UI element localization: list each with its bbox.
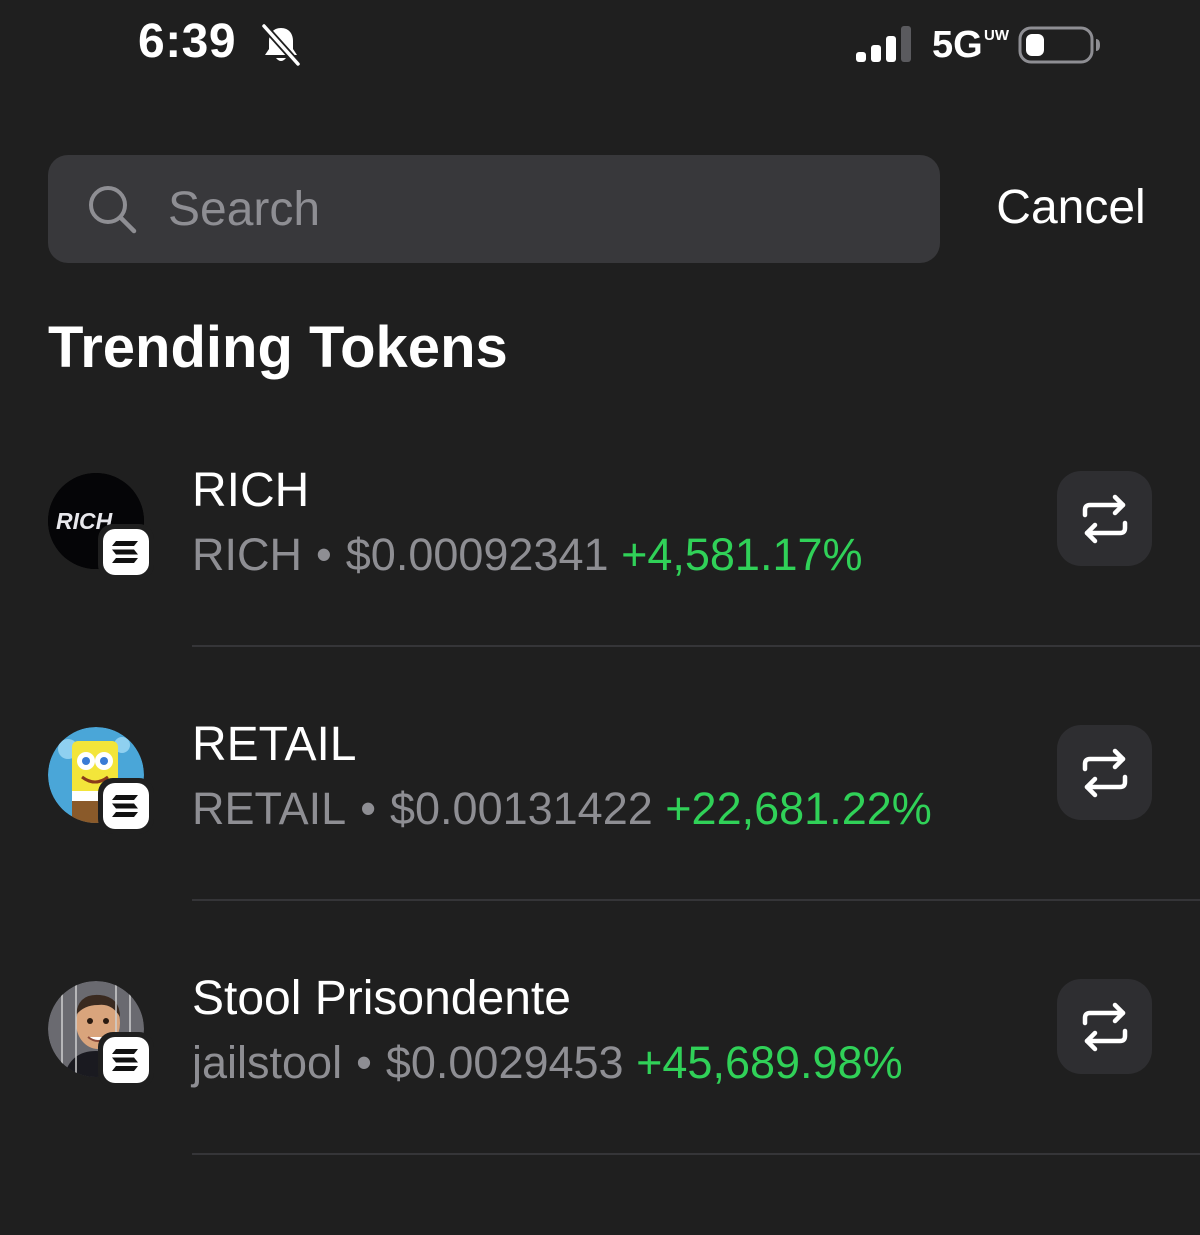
swap-button[interactable] <box>1057 725 1152 820</box>
status-bar: 6:39 5G UW <box>0 0 1200 90</box>
solana-icon <box>112 541 138 563</box>
token-change: +45,689.98% <box>636 1037 903 1088</box>
token-price: $0.00092341 <box>345 529 609 580</box>
token-meta: jailstool • $0.0029453 +45,689.98% <box>192 1037 903 1089</box>
search-icon <box>89 186 137 234</box>
token-change: +4,581.17% <box>621 529 863 580</box>
token-change: +22,681.22% <box>665 783 932 834</box>
section-title: Trending Tokens <box>48 315 508 380</box>
chain-badge <box>98 524 154 580</box>
chain-badge <box>98 778 154 834</box>
swap-arrows-icon <box>1082 748 1128 798</box>
token-meta: RETAIL • $0.00131422 +22,681.22% <box>192 783 932 835</box>
row-divider <box>192 1153 1200 1155</box>
swap-button[interactable] <box>1057 979 1152 1074</box>
row-divider <box>192 899 1200 901</box>
swap-arrows-icon <box>1082 1002 1128 1052</box>
token-name: Stool Prisondente <box>192 972 571 1025</box>
token-price: $0.00131422 <box>389 783 653 834</box>
search-bar[interactable] <box>48 155 940 263</box>
row-divider <box>192 645 1200 647</box>
cancel-button[interactable]: Cancel <box>966 180 1176 235</box>
token-symbol: jailstool <box>192 1037 343 1088</box>
separator: • <box>316 529 332 580</box>
cellular-signal-icon <box>856 26 911 62</box>
solana-icon <box>112 1049 138 1071</box>
token-symbol: RICH <box>192 529 302 580</box>
token-price: $0.0029453 <box>385 1037 624 1088</box>
swap-arrows-icon <box>1082 494 1128 544</box>
status-time: 6:39 <box>138 15 237 68</box>
bell-slash-icon <box>261 23 301 67</box>
network-subtype: UW <box>984 27 1009 44</box>
token-symbol: RETAIL <box>192 783 347 834</box>
separator: • <box>360 783 376 834</box>
token-meta: RICH • $0.00092341 +4,581.17% <box>192 529 863 581</box>
network-type: 5G <box>932 24 983 66</box>
token-name: RETAIL <box>192 718 357 771</box>
separator: • <box>356 1037 372 1088</box>
chain-badge <box>98 1032 154 1088</box>
token-name: RICH <box>192 464 310 517</box>
solana-icon <box>112 795 138 817</box>
token-row-retail[interactable]: RETAIL RETAIL • $0.00131422 +22,681.22% <box>0 718 1200 981</box>
battery-icon <box>1018 26 1100 64</box>
swap-button[interactable] <box>1057 471 1152 566</box>
token-row-stool-prisondente[interactable]: Stool Prisondente jailstool • $0.0029453 +… <box>0 972 1200 1235</box>
token-row-rich[interactable]: RICH RICH RICH • $0.00092341 +4,581.17% <box>0 464 1200 727</box>
search-input[interactable] <box>168 175 908 243</box>
